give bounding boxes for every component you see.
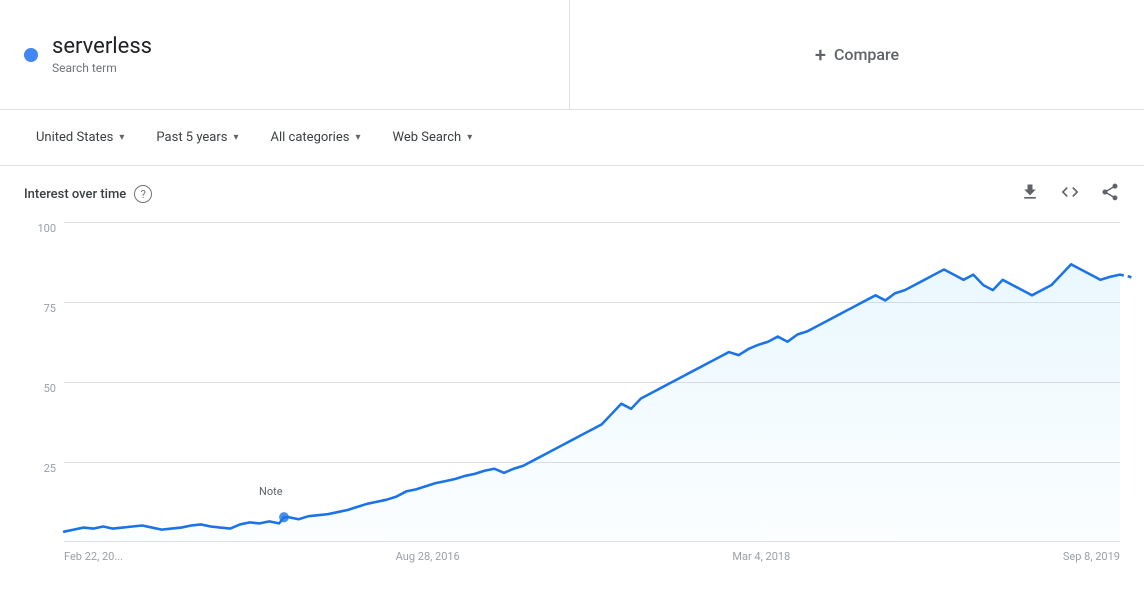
time-chevron-icon: ▾: [233, 132, 238, 143]
compare-plus-icon: +: [815, 43, 826, 67]
search-type-label: Web Search: [392, 130, 461, 145]
chart-header: Interest over time ?: [24, 166, 1120, 222]
x-label-2: Aug 28, 2016: [396, 550, 460, 563]
x-label-3: Mar 4, 2018: [732, 550, 790, 563]
time-label: Past 5 years: [156, 130, 227, 145]
term-label: Search term: [52, 61, 152, 75]
category-label: All categories: [271, 130, 350, 145]
chart-title: Interest over time: [24, 187, 126, 202]
location-filter[interactable]: United States ▾: [24, 122, 136, 153]
search-term-section: serverless Search term: [0, 0, 570, 109]
note-label: Note: [259, 485, 283, 498]
term-dot: [24, 48, 38, 62]
category-chevron-icon: ▾: [355, 132, 360, 143]
chart-inner: Note: [64, 222, 1120, 542]
chart-area: 100 75 50 25: [24, 222, 1120, 582]
compare-button[interactable]: + Compare: [815, 43, 899, 67]
share-icon[interactable]: [1100, 182, 1120, 207]
y-label-25: 25: [44, 462, 56, 475]
y-label-100: 100: [37, 222, 56, 235]
download-icon[interactable]: [1020, 182, 1040, 207]
search-type-filter[interactable]: Web Search ▾: [380, 122, 484, 153]
chart-title-area: Interest over time ?: [24, 185, 152, 203]
embed-icon[interactable]: [1060, 182, 1080, 207]
term-name: serverless: [52, 34, 152, 59]
compare-section[interactable]: + Compare: [570, 0, 1144, 109]
x-label-1: Feb 22, 20...: [64, 550, 123, 563]
time-filter[interactable]: Past 5 years ▾: [144, 122, 250, 153]
chart-actions: [1020, 182, 1120, 207]
filters-bar: United States ▾ Past 5 years ▾ All categ…: [0, 110, 1144, 166]
search-type-chevron-icon: ▾: [467, 132, 472, 143]
location-label: United States: [36, 130, 113, 145]
x-axis: Feb 22, 20... Aug 28, 2016 Mar 4, 2018 S…: [64, 542, 1120, 582]
category-filter[interactable]: All categories ▾: [259, 122, 373, 153]
compare-label: Compare: [834, 45, 899, 64]
y-label-75: 75: [44, 302, 56, 315]
y-axis: 100 75 50 25: [24, 222, 64, 542]
location-chevron-icon: ▾: [119, 132, 124, 143]
x-label-4: Sep 8, 2019: [1063, 550, 1120, 563]
term-info: serverless Search term: [52, 34, 152, 75]
help-icon[interactable]: ?: [134, 185, 152, 203]
y-label-50: 50: [44, 382, 56, 395]
chart-section: Interest over time ? 100 75 50 25: [0, 166, 1144, 582]
trend-line-chart: [64, 222, 1120, 542]
